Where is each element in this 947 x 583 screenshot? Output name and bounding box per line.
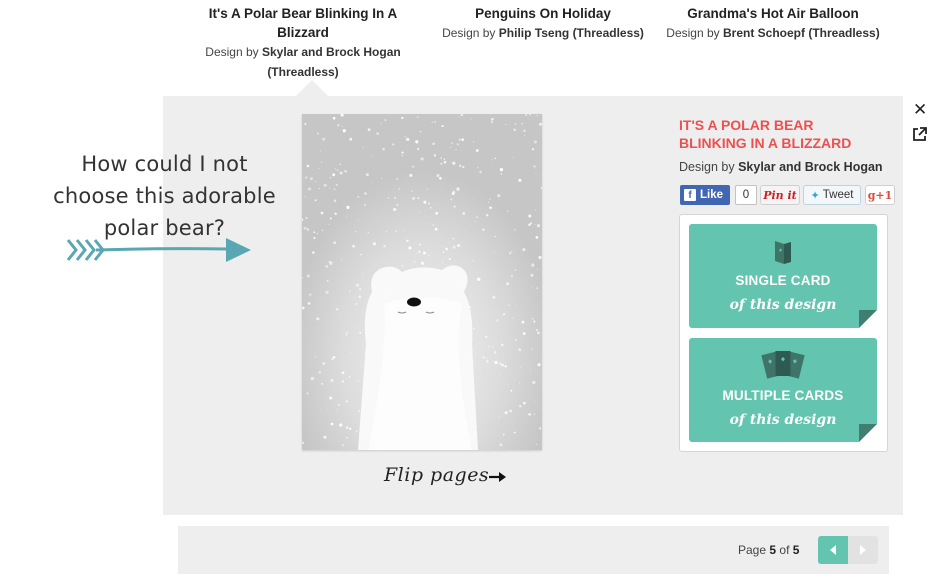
polar-bear-illustration	[302, 114, 542, 450]
design-title: It's A Polar Bear Blinking In A Blizzard	[679, 117, 852, 151]
twitter-bird-icon: ✦	[810, 189, 820, 202]
design-by-label: Design by	[442, 26, 496, 40]
gplus-label: +1	[875, 188, 893, 202]
single-card-button[interactable]: SINGLE CARD of this design	[689, 224, 877, 328]
design-by-label: Design by	[666, 26, 720, 40]
designer-name: Skylar and Brock Hogan	[738, 160, 883, 174]
open-external-icon[interactable]	[912, 126, 928, 142]
single-card-icon	[775, 241, 791, 264]
multiple-cards-icon	[761, 351, 805, 379]
corner-fold	[859, 310, 877, 328]
card-preview-image[interactable]	[302, 114, 542, 450]
google-plus-icon: g	[867, 188, 876, 202]
multiple-cards-sublabel: of this design	[729, 412, 837, 428]
thumbnail-polar-bear[interactable]: It's A Polar Bear Blinking In A Blizzard…	[198, 4, 408, 82]
arrow-right-icon[interactable]	[488, 470, 508, 484]
multiple-cards-button[interactable]: MULTIPLE CARDS of this design	[689, 338, 877, 442]
decorative-arrow-icon	[66, 238, 251, 262]
like-label: Like	[700, 189, 724, 201]
thumbnail-title[interactable]: It's A Polar Bear Blinking In A Blizzard	[198, 4, 408, 42]
corner-fold	[859, 424, 877, 442]
designer-name: Philip Tseng (Threadless)	[498, 26, 644, 40]
previous-page-button[interactable]	[818, 536, 848, 564]
design-designer: Design by Skylar and Brock Hogan	[679, 160, 883, 174]
like-count: 0	[735, 185, 757, 205]
thumbnail-hot-air-balloon[interactable]: Grandma's Hot Air Balloon Design by Bren…	[658, 4, 888, 43]
page-label: Page	[738, 543, 767, 557]
design-by-label: Design by	[205, 45, 259, 59]
google-plus-button[interactable]: g +1	[865, 185, 895, 205]
thumbnail-designer: Design by Skylar and Brock Hogan (Thread…	[205, 45, 400, 79]
chevron-left-icon	[830, 545, 836, 555]
thumbnail-title[interactable]: Penguins On Holiday	[430, 4, 656, 23]
tweet-button[interactable]: ✦ Tweet	[803, 185, 861, 205]
total-pages: 5	[792, 543, 800, 557]
single-card-sublabel: of this design	[729, 297, 837, 313]
close-icon[interactable]: ✕	[913, 100, 927, 120]
multiple-cards-label: MULTIPLE CARDS	[722, 388, 844, 403]
page-indicator: Page 5 of 5	[738, 543, 799, 557]
designer-name: Skylar and Brock Hogan (Threadless)	[262, 45, 401, 79]
panel-pointer	[296, 80, 328, 96]
thumbnail-designer: Design by Philip Tseng (Threadless)	[442, 26, 644, 40]
flip-pages-label[interactable]: Flip pages	[384, 464, 489, 486]
page-of-label: of	[779, 543, 790, 557]
thumbnail-designer: Design by Brent Schoepf (Threadless)	[666, 26, 879, 40]
designer-name: Brent Schoepf (Threadless)	[723, 26, 880, 40]
next-page-button[interactable]	[848, 536, 878, 564]
thumbnail-title[interactable]: Grandma's Hot Air Balloon	[658, 4, 888, 23]
handwritten-annotation: How could I not choose this adorable pol…	[53, 152, 276, 240]
facebook-like-button[interactable]: f Like	[680, 185, 730, 205]
pinterest-pin-button[interactable]: Pin it	[760, 185, 800, 205]
current-page: 5	[769, 543, 777, 557]
tweet-label: Tweet	[822, 189, 854, 201]
facebook-icon: f	[684, 189, 696, 201]
chevron-right-icon	[860, 545, 866, 555]
thumbnail-penguins[interactable]: Penguins On Holiday Design by Philip Tse…	[430, 4, 656, 43]
single-card-label: SINGLE CARD	[735, 273, 831, 288]
design-by-label: Design by	[679, 160, 735, 174]
